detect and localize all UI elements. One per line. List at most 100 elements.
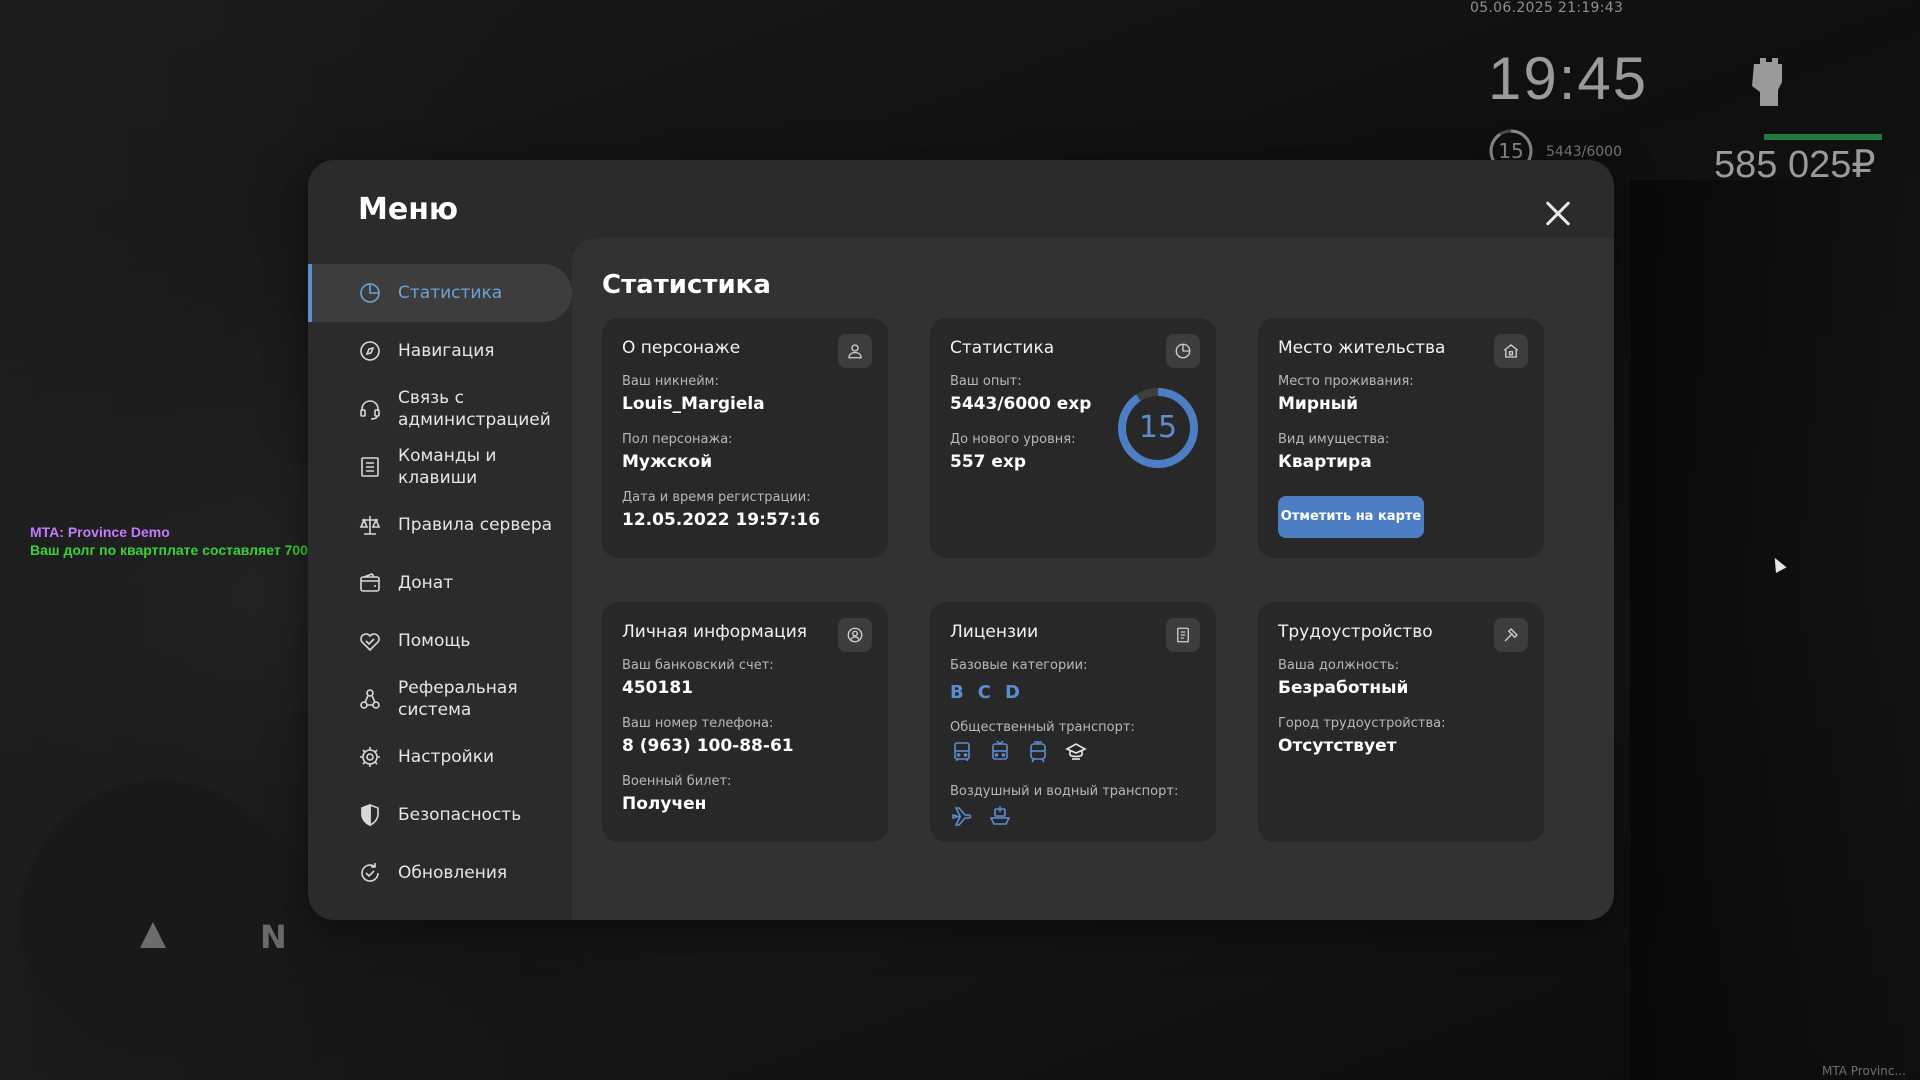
gender-label: Пол персонажа: bbox=[622, 432, 733, 447]
sidebar: Статистика Навигация Связь с администрац… bbox=[308, 264, 572, 902]
sidebar-item-label: Обновления bbox=[398, 863, 508, 883]
card-title: Личная информация bbox=[622, 622, 808, 642]
chat-line: Ваш долг по квартплате составляет 7000 р… bbox=[30, 542, 333, 558]
card-employment: Трудоустройство Ваша должность: Безработ… bbox=[1258, 602, 1544, 842]
list-icon bbox=[358, 455, 382, 479]
bank-value: 450181 bbox=[622, 678, 693, 698]
phone-value: 8 (963) 100-88-61 bbox=[622, 736, 794, 756]
sidebar-item-security[interactable]: Безопасность bbox=[308, 786, 572, 844]
player-arrow-icon bbox=[140, 922, 166, 948]
sidebar-item-label: Связь с администрацией bbox=[398, 388, 551, 430]
airplane-icon bbox=[952, 807, 972, 826]
sidebar-item-label: Команды и клавиши bbox=[398, 446, 497, 488]
card-title: Лицензии bbox=[950, 622, 1039, 642]
refresh-icon bbox=[358, 861, 382, 885]
public-transport-label: Общественный транспорт: bbox=[950, 720, 1135, 735]
chat-line: MTA: Province Demo bbox=[30, 524, 170, 540]
tram-icon bbox=[1030, 741, 1046, 763]
sidebar-item-label: Донат bbox=[398, 573, 454, 593]
card-residence: Место жительства Место проживания: Мирны… bbox=[1258, 318, 1544, 558]
license-categories: B C D bbox=[950, 682, 1020, 703]
driver-cap-icon bbox=[1065, 743, 1087, 760]
public-transport-icons bbox=[950, 740, 1088, 764]
sidebar-item-help[interactable]: Помощь bbox=[308, 612, 572, 670]
license-category: D bbox=[1004, 682, 1020, 703]
headset-icon bbox=[358, 397, 382, 421]
next-level-value: 557 exp bbox=[950, 452, 1027, 472]
phone-label: Ваш номер телефона: bbox=[622, 716, 774, 731]
sidebar-item-label: Помощь bbox=[398, 631, 471, 651]
sidebar-item-statistics[interactable]: Статистика bbox=[308, 264, 572, 322]
card-licenses: Лицензии Базовые категории: B C D Общест… bbox=[930, 602, 1216, 842]
residence-place-value: Мирный bbox=[1278, 394, 1359, 414]
content-title: Статистика bbox=[602, 270, 771, 300]
air-water-transport-icons bbox=[950, 804, 1012, 828]
scene-wall bbox=[1630, 180, 1920, 1080]
gear-icon bbox=[358, 745, 382, 769]
hud-health-bar bbox=[1764, 134, 1882, 140]
chat-box: MTA: Province Demo Ваш долг по квартплат… bbox=[30, 524, 332, 558]
property-type-label: Вид имущества: bbox=[1278, 432, 1390, 447]
card-character: О персонаже Ваш никнейм: Louis_Margiela … bbox=[602, 318, 888, 558]
hud-money: 585 025₽ bbox=[1714, 144, 1876, 186]
bank-label: Ваш банковский счет: bbox=[622, 658, 774, 673]
minimap-north: N bbox=[260, 918, 287, 956]
hud-clock: 19:45 bbox=[1488, 45, 1649, 112]
nickname-value: Louis_Margiela bbox=[622, 394, 765, 414]
content-panel: Статистика О персонаже Ваш никнейм: Loui… bbox=[572, 238, 1614, 920]
position-label: Ваша должность: bbox=[1278, 658, 1400, 673]
nickname-label: Ваш никнейм: bbox=[622, 374, 719, 389]
sidebar-item-settings[interactable]: Настройки bbox=[308, 728, 572, 786]
document-icon bbox=[1166, 618, 1200, 652]
pie-chart-icon bbox=[1166, 334, 1200, 368]
base-categories-label: Базовые категории: bbox=[950, 658, 1088, 673]
close-button[interactable] bbox=[1538, 194, 1578, 234]
card-title: Трудоустройство bbox=[1278, 622, 1433, 642]
air-water-transport-label: Воздушный и водный транспорт: bbox=[950, 784, 1179, 799]
modal-title: Меню bbox=[358, 192, 459, 227]
handshake-icon bbox=[358, 629, 382, 653]
next-level-label: До нового уровня: bbox=[950, 432, 1076, 447]
boat-icon bbox=[989, 806, 1011, 825]
mouse-cursor-icon bbox=[1769, 555, 1787, 573]
user-icon bbox=[838, 334, 872, 368]
card-title: О персонаже bbox=[622, 338, 741, 358]
sidebar-item-navigation[interactable]: Навигация bbox=[308, 322, 572, 380]
compass-icon bbox=[358, 339, 382, 363]
sidebar-item-label: Настройки bbox=[398, 747, 495, 767]
card-stats: Статистика Ваш опыт: 5443/6000 exp До но… bbox=[930, 318, 1216, 558]
pie-chart-icon bbox=[358, 281, 382, 305]
sidebar-item-referral[interactable]: Реферальная система bbox=[308, 670, 572, 728]
shield-icon bbox=[358, 803, 382, 827]
position-value: Безработный bbox=[1278, 678, 1409, 698]
sidebar-item-donate[interactable]: Донат bbox=[308, 554, 572, 612]
registration-label: Дата и время регистрации: bbox=[622, 490, 811, 505]
bus-icon bbox=[954, 742, 970, 761]
exp-value: 5443/6000 exp bbox=[950, 394, 1092, 414]
minimap-circle bbox=[20, 780, 300, 1060]
sidebar-item-admin-contact[interactable]: Связь с администрацией bbox=[308, 380, 572, 438]
gender-value: Мужской bbox=[622, 452, 713, 472]
menu-modal: Меню Статистика Навигация Связь с админи… bbox=[308, 160, 1614, 920]
sidebar-item-label: Навигация bbox=[398, 341, 495, 361]
level-number: 15 bbox=[1138, 410, 1178, 445]
employment-city-value: Отсутствует bbox=[1278, 736, 1397, 756]
military-value: Получен bbox=[622, 794, 707, 814]
sidebar-item-commands[interactable]: Команды и клавиши bbox=[308, 438, 572, 496]
mark-on-map-button[interactable]: Отметить на карте bbox=[1278, 496, 1424, 538]
wallet-icon bbox=[358, 571, 382, 595]
hud-datetime: 05.06.2025 21:19:43 bbox=[1470, 0, 1624, 16]
exp-label: Ваш опыт: bbox=[950, 374, 1022, 389]
network-icon bbox=[358, 687, 382, 711]
sidebar-item-label: Реферальная система bbox=[398, 678, 518, 720]
license-category: C bbox=[977, 682, 991, 703]
card-title: Место жительства bbox=[1278, 338, 1446, 358]
fist-icon bbox=[1752, 58, 1782, 106]
hammer-icon bbox=[1494, 618, 1528, 652]
card-title: Статистика bbox=[950, 338, 1055, 358]
sidebar-item-updates[interactable]: Обновления bbox=[308, 844, 572, 902]
sidebar-item-rules[interactable]: Правила сервера bbox=[308, 496, 572, 554]
user-circle-icon bbox=[838, 618, 872, 652]
employment-city-label: Город трудоустройства: bbox=[1278, 716, 1446, 731]
military-label: Военный билет: bbox=[622, 774, 732, 789]
